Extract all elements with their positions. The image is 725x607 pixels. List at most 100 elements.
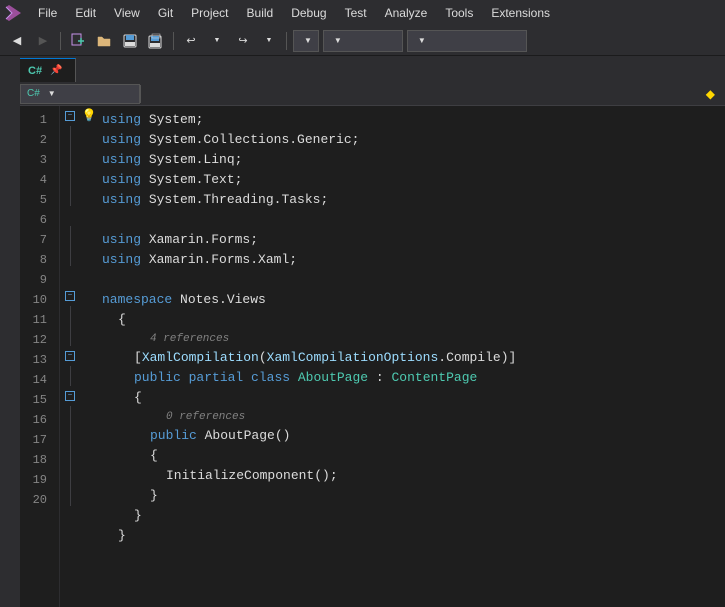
- bulb-cell-3: [80, 146, 98, 166]
- open-button[interactable]: [93, 30, 115, 52]
- code-line-6[interactable]: [98, 210, 725, 230]
- project-dropdown[interactable]: ▼: [407, 30, 527, 52]
- line-number-3: 3: [24, 150, 51, 170]
- menu-item-project[interactable]: Project: [183, 0, 236, 26]
- tab-bar: C# 📌: [20, 56, 725, 82]
- code-line-4[interactable]: using System.Text;: [98, 170, 725, 190]
- line-number-7: 7: [24, 230, 51, 250]
- line-number-17: 17: [24, 430, 51, 450]
- token: {: [150, 446, 158, 466]
- menu-item-analyze[interactable]: Analyze: [377, 0, 436, 26]
- menu-item-debug[interactable]: Debug: [283, 0, 334, 26]
- undo-dropdown[interactable]: ▼: [206, 30, 228, 52]
- gutter-cell-11: [60, 306, 80, 326]
- bulb-cell-1[interactable]: 💡: [80, 106, 98, 126]
- gutter-line-20: [70, 486, 71, 506]
- token: ContentPage: [392, 368, 478, 388]
- gutter-cell-19: [60, 466, 80, 486]
- token: partial: [189, 368, 244, 388]
- gutter-cell-10[interactable]: −: [60, 286, 80, 306]
- code-line-5[interactable]: using System.Threading.Tasks;: [98, 190, 725, 210]
- gutter-cell-15[interactable]: −: [60, 386, 80, 406]
- token: namespace: [102, 290, 172, 310]
- code-line-10[interactable]: namespace Notes.Views: [98, 290, 725, 310]
- debug-config-dropdown[interactable]: ▼: [293, 30, 319, 52]
- gutter-cell-13[interactable]: −: [60, 346, 80, 366]
- code-content[interactable]: using System;using System.Collections.Ge…: [98, 106, 725, 607]
- collapse-btn-15[interactable]: −: [65, 391, 75, 401]
- token: }: [118, 526, 126, 546]
- token: using: [102, 170, 141, 190]
- code-editor[interactable]: 1234567891011121314151617181920 −−−− 💡 u…: [20, 106, 725, 607]
- nav-cs-icon: C#: [27, 88, 40, 99]
- collapse-btn-13[interactable]: −: [65, 351, 75, 361]
- code-line-17[interactable]: InitializeComponent();: [98, 466, 725, 486]
- token: Xamarin.Forms;: [141, 230, 258, 250]
- line-group-15: 0 referencespublic AboutPage(): [98, 408, 725, 446]
- token: Xamarin.Forms.Xaml;: [141, 250, 297, 270]
- gutter-line-5: [70, 186, 71, 206]
- forward-button[interactable]: ▶: [32, 30, 54, 52]
- token: public: [134, 368, 181, 388]
- code-line-20[interactable]: }: [98, 526, 725, 546]
- code-line-14[interactable]: {: [98, 388, 725, 408]
- code-line-8[interactable]: using Xamarin.Forms.Xaml;: [98, 250, 725, 270]
- menu-item-build[interactable]: Build: [239, 0, 282, 26]
- bulb-cell-17: [80, 426, 98, 446]
- menu-item-tools[interactable]: Tools: [437, 0, 481, 26]
- tab-pin-icon[interactable]: 📌: [50, 65, 62, 76]
- line-numbers: 1234567891011121314151617181920: [20, 106, 60, 607]
- main-area: C# 📌 C# ▼ ◆ 1234567891011121314151617181…: [0, 56, 725, 607]
- code-line-1[interactable]: using System;: [98, 110, 725, 130]
- gutter-cell-14: [60, 366, 80, 386]
- code-line-3[interactable]: using System.Linq;: [98, 150, 725, 170]
- gutter-cell-3: [60, 146, 80, 166]
- code-line-19[interactable]: }: [98, 506, 725, 526]
- gutter-cell-1[interactable]: −: [60, 106, 80, 126]
- line-number-10: 10: [24, 290, 51, 310]
- debug-config-arrow: ▼: [304, 36, 312, 45]
- menu-item-file[interactable]: File: [30, 0, 65, 26]
- tab-aboutpage[interactable]: C# 📌: [20, 58, 76, 82]
- nav-type-dropdown[interactable]: C# ▼: [20, 84, 140, 104]
- token: InitializeComponent();: [166, 466, 338, 486]
- platform-dropdown[interactable]: ▼: [323, 30, 403, 52]
- line-number-1: 1: [24, 110, 51, 130]
- undo-button[interactable]: ↩: [180, 30, 202, 52]
- bulb-cell-6: [80, 206, 98, 226]
- code-line-9[interactable]: [98, 270, 725, 290]
- menu-item-extensions[interactable]: Extensions: [483, 0, 558, 26]
- code-line-11[interactable]: {: [98, 310, 725, 330]
- platform-arrow: ▼: [334, 36, 342, 45]
- back-button[interactable]: ◀: [6, 30, 28, 52]
- menu-item-test[interactable]: Test: [337, 0, 375, 26]
- toolbox-sidebar[interactable]: [0, 56, 20, 607]
- gutter-line-19: [70, 466, 71, 486]
- code-line-16[interactable]: {: [98, 446, 725, 466]
- token: }: [150, 486, 158, 506]
- collapse-btn-1[interactable]: −: [65, 111, 75, 121]
- redo-button[interactable]: ↪: [232, 30, 254, 52]
- gutter-line-2: [70, 126, 71, 146]
- code-line-15[interactable]: public AboutPage(): [98, 426, 725, 446]
- menu-item-view[interactable]: View: [106, 0, 148, 26]
- menu-item-git[interactable]: Git: [150, 0, 181, 26]
- line-group-12: 4 references[XamlCompilation(XamlCompila…: [98, 330, 725, 368]
- code-line-18[interactable]: }: [98, 486, 725, 506]
- save-all-icon: [148, 33, 164, 49]
- collapse-btn-10[interactable]: −: [65, 291, 75, 301]
- code-line-12[interactable]: [XamlCompilation(XamlCompilationOptions.…: [98, 348, 725, 368]
- code-line-13[interactable]: public partial class AboutPage : Content…: [98, 368, 725, 388]
- menu-item-edit[interactable]: Edit: [67, 0, 104, 26]
- code-line-7[interactable]: using Xamarin.Forms;: [98, 230, 725, 250]
- new-project-button[interactable]: [67, 30, 89, 52]
- bulb-cell-2: [80, 126, 98, 146]
- token: [243, 368, 251, 388]
- token: AboutPage(): [197, 426, 291, 446]
- redo-dropdown[interactable]: ▼: [258, 30, 280, 52]
- toolbar-separator-3: [286, 32, 287, 50]
- save-all-button[interactable]: [145, 30, 167, 52]
- save-button[interactable]: [119, 30, 141, 52]
- code-line-2[interactable]: using System.Collections.Generic;: [98, 130, 725, 150]
- line-number-4: 4: [24, 170, 51, 190]
